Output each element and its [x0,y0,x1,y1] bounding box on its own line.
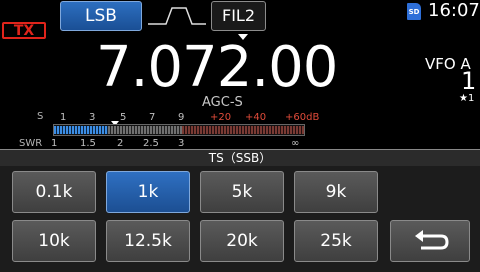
swr-scale-tick: 1.5 [80,138,96,149]
agc-indicator[interactable]: AGC-S [202,95,243,110]
s-scale-tick: 5 [120,112,127,123]
swr-scale-tick: 3 [178,138,185,149]
step-button-12-5k[interactable]: 12.5k [106,220,190,262]
meter-swr-label: SWR [19,138,43,149]
meter-over-segment [182,126,304,134]
meter-scale-segment [108,126,182,134]
s-scale-tick: 3 [89,112,96,123]
s-scale-tick: 9 [178,112,185,123]
over-scale-tick: +20 [210,112,232,123]
return-arrow-icon [415,230,449,250]
frequency-readout[interactable]: 7.072.00 [96,38,338,98]
filter-button[interactable]: FIL2 [211,1,266,31]
swr-scale-tick: ∞ [291,138,300,149]
s-scale-tick: 7 [149,112,156,123]
vfo-number: 1 [461,67,477,95]
tx-indicator: TX [2,22,46,39]
swr-scale-tick: 2.5 [143,138,159,149]
over-scale-tick: +60dB [285,112,320,123]
memo-indicator: ★1 [459,93,475,104]
back-button[interactable] [390,220,470,262]
s-scale-tick: 1 [60,112,67,123]
meter-s-label: S [37,111,44,122]
sd-card-icon: SD [407,3,421,20]
step-button-1k[interactable]: 1k [106,171,190,213]
mode-button[interactable]: LSB [60,1,142,31]
step-button-20k[interactable]: 20k [200,220,284,262]
step-button-5k[interactable]: 5k [200,171,284,213]
step-button-10k[interactable]: 10k [12,220,96,262]
meter-level-bar [54,126,108,134]
swr-scale-tick: 2 [117,138,124,149]
step-button-0-1k[interactable]: 0.1k [12,171,96,213]
step-button-25k[interactable]: 25k [294,220,378,262]
step-button-9k[interactable]: 9k [294,171,378,213]
panel-title: TS（SSB） [0,150,480,166]
clock: 16:07 [428,0,480,21]
swr-scale-tick: 1 [51,138,58,149]
over-scale-tick: +40 [245,112,267,123]
filter-passband-icon [148,7,206,25]
